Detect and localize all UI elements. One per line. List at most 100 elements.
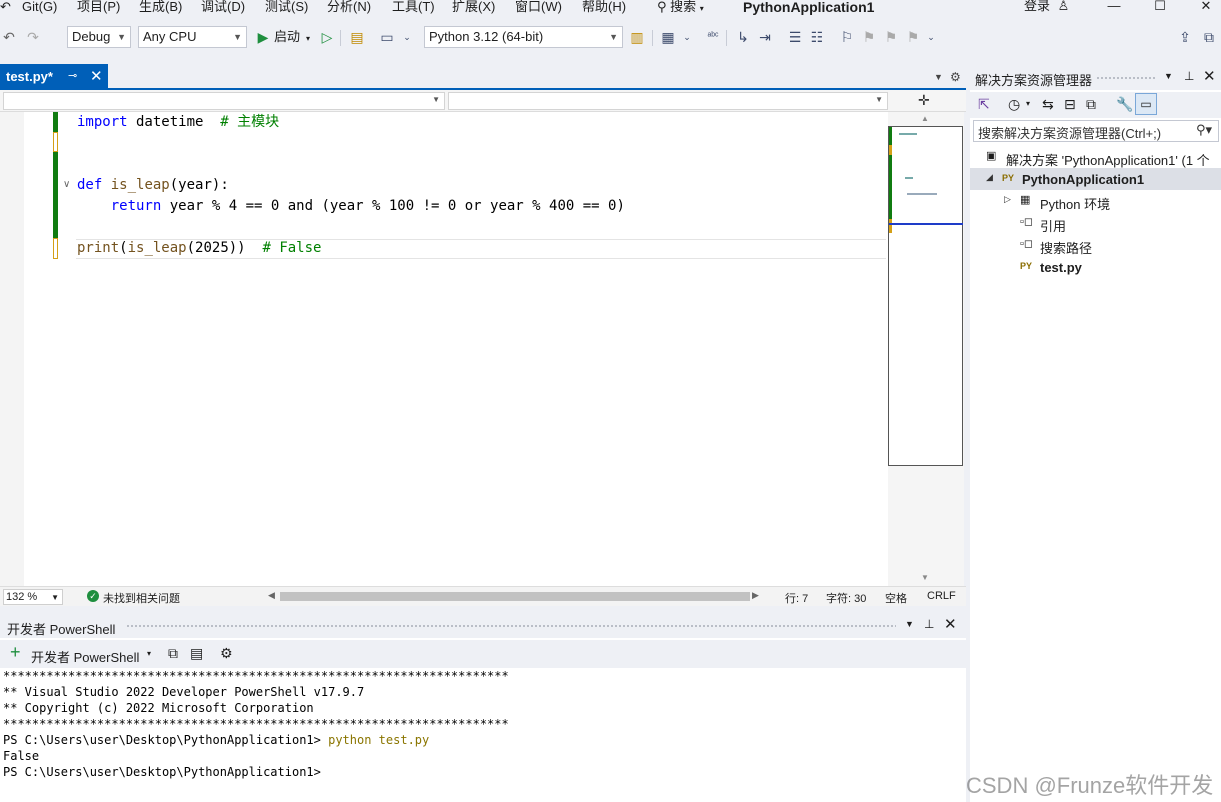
preview-selected-icon[interactable]: ▭: [1135, 93, 1157, 115]
gear-icon[interactable]: ⚙: [950, 70, 961, 84]
outdent-icon[interactable]: ☰: [786, 28, 804, 46]
share-icon[interactable]: ⇪: [1176, 28, 1194, 46]
code-line[interactable]: def is_leap(year):: [77, 175, 229, 195]
issues-status[interactable]: 未找到相关问题: [103, 590, 180, 606]
overflow-chevron-icon[interactable]: ⌄: [922, 28, 940, 46]
step-icon[interactable]: ↳: [734, 28, 752, 46]
tree-item[interactable]: ◢ PY PythonApplication1: [970, 168, 1221, 190]
pin-icon[interactable]: ⊸: [68, 69, 77, 82]
scroll-left-icon[interactable]: ◀: [268, 590, 275, 601]
close-icon[interactable]: ✕: [90, 67, 103, 85]
char-number[interactable]: 字符: 30: [826, 590, 866, 606]
code-editor[interactable]: ∨ import datetime # 主模块 def is_leap(year)…: [0, 112, 888, 586]
close-icon[interactable]: ✕: [944, 615, 957, 633]
member-dropdown[interactable]: ▼: [448, 92, 888, 110]
copy-icon[interactable]: ⧉: [168, 645, 178, 662]
scroll-up-icon[interactable]: ▲: [921, 114, 929, 123]
new-powershell-button[interactable]: 开发者 PowerShell: [31, 647, 139, 666]
start-play-icon[interactable]: ▶: [254, 28, 272, 46]
code-line[interactable]: import datetime # 主模块: [77, 112, 279, 132]
tree-expander-icon[interactable]: ◢: [986, 172, 993, 183]
spellcheck-icon[interactable]: ᵃᵇᶜ: [704, 28, 722, 46]
chevron-down-icon[interactable]: ▾: [306, 32, 310, 46]
copilot-icon[interactable]: ⧉: [1200, 28, 1218, 46]
menu-window[interactable]: 窗口(W): [515, 0, 562, 14]
close-icon[interactable]: ✕: [1203, 67, 1216, 85]
scroll-down-icon[interactable]: ▼: [921, 573, 929, 582]
chevron-down-icon[interactable]: ▼: [905, 619, 914, 629]
browser-window-icon[interactable]: ▭: [378, 28, 396, 46]
collapse-all-icon[interactable]: ⊟: [1064, 96, 1076, 113]
paste-icon[interactable]: ▤: [190, 645, 203, 662]
prev-bookmark-icon[interactable]: ⚑: [860, 28, 878, 46]
platform-dropdown[interactable]: Any CPU ▼: [138, 26, 247, 48]
menu-extensions[interactable]: 扩展(X): [452, 0, 495, 14]
history-icon[interactable]: ◷: [1008, 96, 1020, 113]
back-history-icon[interactable]: ↶: [0, 0, 11, 14]
chevron-down-icon[interactable]: ▾: [1026, 99, 1030, 108]
python-interpreter-dropdown[interactable]: Python 3.12 (64-bit) ▼: [424, 26, 623, 48]
scope-dropdown[interactable]: ▼: [3, 92, 445, 110]
tab-list-dropdown-icon[interactable]: ▼: [934, 72, 943, 82]
signin-button[interactable]: 登录 ♙: [1024, 0, 1069, 12]
menu-build[interactable]: 生成(B): [139, 0, 182, 14]
pin-icon[interactable]: ⊥: [924, 617, 934, 631]
minimap[interactable]: [888, 126, 963, 466]
next-bookmark-icon[interactable]: ⚑: [882, 28, 900, 46]
code-line[interactable]: print(is_leap(2025)) # False: [77, 238, 321, 258]
tree-item[interactable]: ▣ 解决方案 'PythonApplication1' (1 个: [970, 146, 1221, 168]
code-line[interactable]: return year % 4 == 0 and (year % 100 != …: [77, 196, 625, 216]
tree-item[interactable]: ▷ ▦ Python 环境: [970, 190, 1221, 212]
sync-icon[interactable]: ⇆: [1042, 96, 1054, 113]
menu-git[interactable]: Git(G): [22, 0, 57, 14]
close-window-button[interactable]: ✕: [1196, 0, 1216, 14]
chevron-down-icon[interactable]: ▼: [1164, 71, 1173, 81]
overflow-chevron-icon[interactable]: ⌄: [678, 28, 696, 46]
tree-item[interactable]: PY test.py: [970, 256, 1221, 278]
menu-tools[interactable]: 工具(T): [392, 0, 435, 14]
clear-bookmarks-icon[interactable]: ⚑: [904, 28, 922, 46]
show-all-files-icon[interactable]: ⧉: [1086, 96, 1096, 113]
horizontal-scrollbar-thumb[interactable]: [280, 592, 750, 601]
overflow-chevron-icon[interactable]: ⌄: [398, 28, 416, 46]
line-number[interactable]: 行: 7: [785, 590, 808, 606]
undo-icon[interactable]: ↶: [0, 28, 18, 46]
global-search[interactable]: ⚲ 搜索 ▾: [657, 0, 704, 16]
open-folder-icon[interactable]: ▤: [348, 28, 366, 46]
layout-icon[interactable]: ▦: [659, 28, 677, 46]
bookmark-icon[interactable]: ⚐: [838, 28, 856, 46]
start-without-debug-icon[interactable]: ▷: [318, 28, 336, 46]
tree-item[interactable]: ▫◻ 引用: [970, 212, 1221, 234]
switch-views-icon[interactable]: ⇱: [978, 96, 990, 113]
panel-grip[interactable]: [126, 624, 896, 628]
properties-wrench-icon[interactable]: 🔧: [1116, 96, 1133, 113]
gear-icon[interactable]: ⚙: [220, 645, 233, 662]
step-over-icon[interactable]: ⇥: [756, 28, 774, 46]
tree-expander-icon[interactable]: ▷: [1004, 194, 1011, 205]
menu-analyze[interactable]: 分析(N): [327, 0, 371, 14]
panel-grip[interactable]: [1096, 76, 1156, 80]
split-window-icon[interactable]: ✛: [918, 92, 930, 109]
menu-test[interactable]: 测试(S): [265, 0, 308, 14]
menu-project[interactable]: 项目(P): [77, 0, 120, 14]
zoom-dropdown[interactable]: 132 % ▼: [3, 589, 63, 605]
redo-icon[interactable]: ↷: [24, 28, 42, 46]
start-button-label[interactable]: 启动: [274, 30, 300, 44]
configuration-dropdown[interactable]: Debug ▼: [67, 26, 131, 48]
fold-collapse-icon[interactable]: ∨: [63, 179, 70, 190]
add-icon[interactable]: +: [10, 643, 21, 661]
scroll-right-icon[interactable]: ▶: [752, 590, 759, 601]
tab-test-py[interactable]: test.py* ⊸ ✕: [0, 64, 108, 88]
maximize-button[interactable]: ☐: [1150, 0, 1170, 14]
minimize-button[interactable]: —: [1104, 0, 1124, 14]
chevron-down-icon[interactable]: ▾: [147, 649, 151, 658]
terminal-output[interactable]: ****************************************…: [0, 668, 966, 802]
line-ending[interactable]: CRLF: [927, 590, 956, 602]
solution-search-input[interactable]: 搜索解决方案资源管理器(Ctrl+;) ⚲▾: [973, 120, 1219, 142]
menu-debug[interactable]: 调试(D): [201, 0, 245, 14]
whitespace-mode[interactable]: 空格: [885, 590, 907, 606]
pin-icon[interactable]: ⊥: [1184, 69, 1194, 83]
minimap-scrollbar[interactable]: ▲ ▼: [888, 112, 964, 586]
package-icon[interactable]: ▥: [628, 28, 646, 46]
menu-help[interactable]: 帮助(H): [582, 0, 626, 14]
